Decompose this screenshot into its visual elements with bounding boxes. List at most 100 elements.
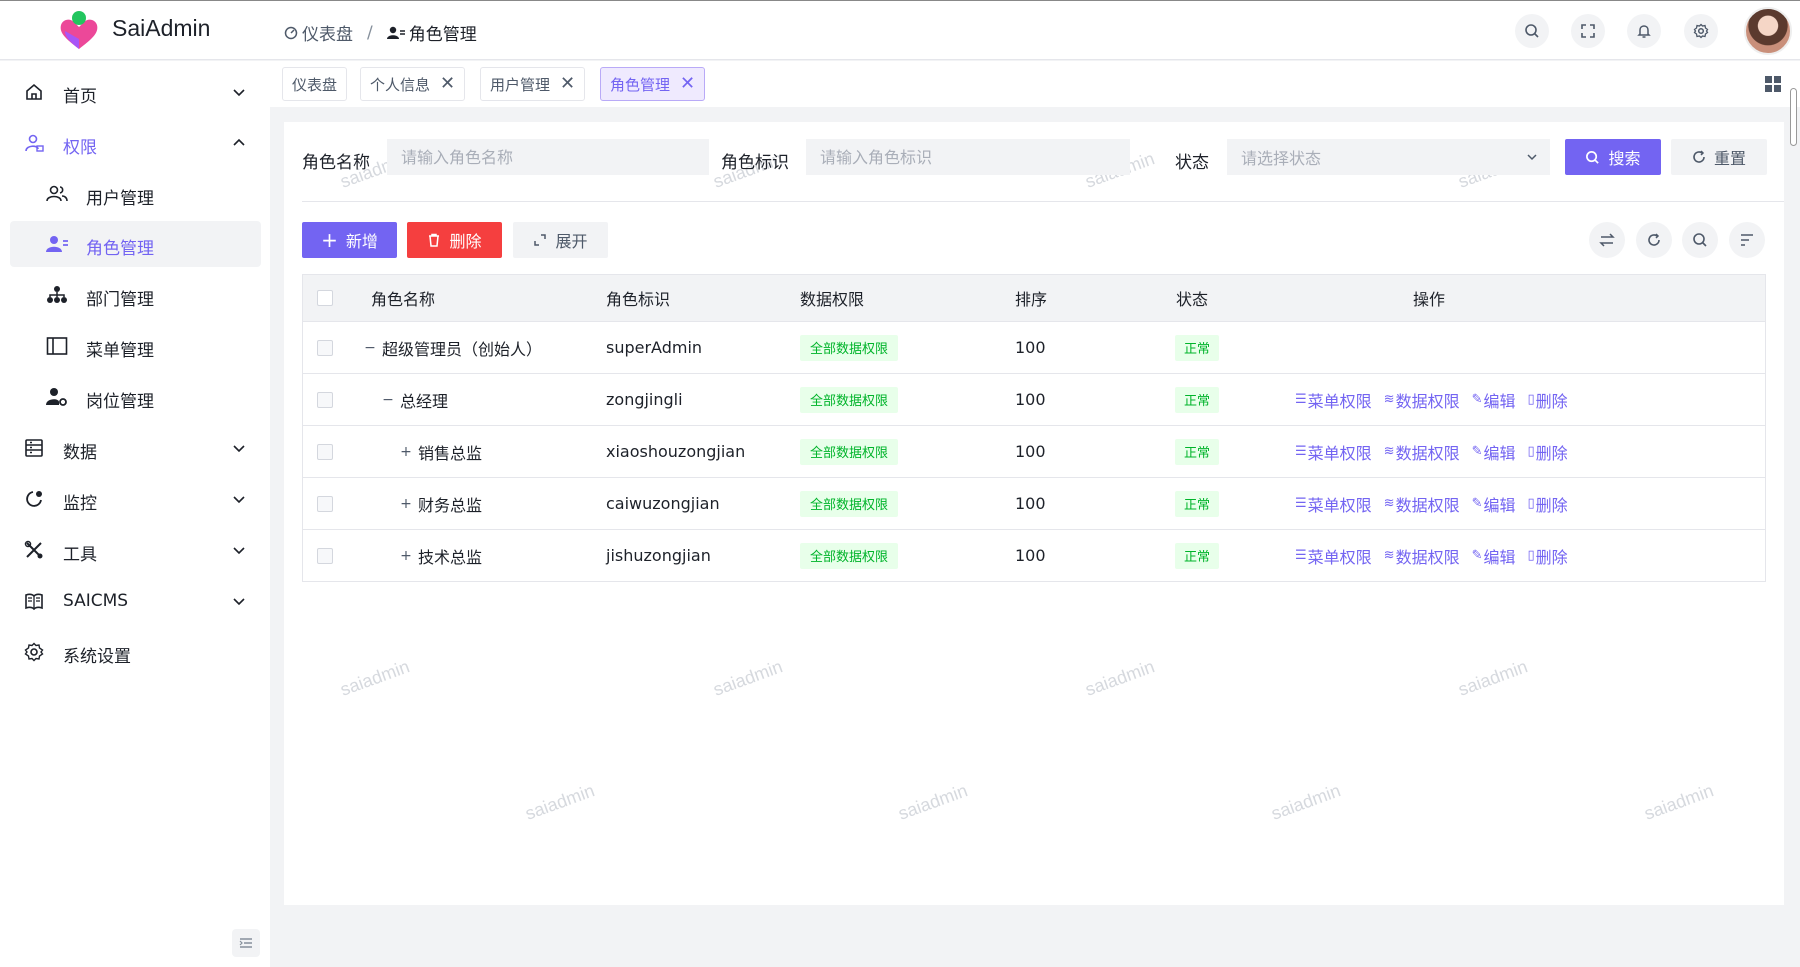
fullscreen-button[interactable] [1571,14,1605,48]
role-code: jishuzongjian [606,546,711,565]
add-button[interactable]: + 新增 [302,222,397,258]
role-name: 超级管理员（创始人） [382,339,543,359]
action-label: 编辑 [1483,495,1516,515]
menu-permission-link[interactable]: ☰ 菜单权限 [1295,440,1372,464]
tab-dashboard[interactable]: 仪表盘 [282,67,348,101]
status-select[interactable]: 请选择状态 [1227,139,1550,175]
row-checkbox[interactable] [317,391,333,408]
role-name-input[interactable] [387,139,709,175]
collapse-row-icon[interactable]: − [381,393,395,407]
data-permission-link[interactable]: ≋ 数据权限 [1384,492,1460,516]
collapse-row-icon[interactable]: − [363,341,377,355]
sidebar: 首页 权限 用户管理 角色管理 部门管理 菜单管理 岗位管理 数据 监控 工具 [0,61,270,967]
sidebar-item-permission[interactable]: 权限 [10,120,261,166]
status-badge: 正常 [1175,490,1220,517]
data-scope-tag: 全部数据权限 [800,438,899,465]
action-label: 数据权限 [1395,391,1460,411]
data-permission-link[interactable]: ≋ 数据权限 [1384,544,1460,568]
notification-button[interactable] [1627,14,1661,48]
tab-profile[interactable]: 个人信息 ✕ [360,67,466,101]
sidebar-item-users[interactable]: 用户管理 [10,171,261,217]
expand-button[interactable]: 展开 [513,222,608,258]
search-button[interactable]: 搜索 [1565,139,1661,175]
action-label: 删除 [1535,495,1568,515]
delete-link[interactable]: ▯ 删除 [1528,492,1568,516]
expand-row-icon[interactable]: + [399,497,413,511]
data-permission-link[interactable]: ≋ 数据权限 [1384,440,1460,464]
sidebar-item-data[interactable]: 数据 [10,425,261,471]
user-avatar[interactable] [1744,7,1792,55]
menu-permission-link[interactable]: ☰ 菜单权限 [1295,388,1372,412]
edit-link[interactable]: ✎ 编辑 [1472,388,1516,412]
page-scrollbar[interactable] [1790,88,1797,146]
refresh-icon [1648,233,1660,246]
reset-button-label: 重置 [1713,149,1746,168]
table-row: − 总经理 zongjingli 全部数据权限 100 正常 ☰ 菜单权限 ≋ 数据权… [303,374,1765,426]
role-code: xiaoshouzongjian [606,442,746,461]
menu-permission-link[interactable]: ☰ 菜单权限 [1295,492,1372,516]
reset-button[interactable]: 重置 [1671,139,1767,175]
tab-label: 仪表盘 [292,75,338,94]
sidebar-item-menus[interactable]: 菜单管理 [10,323,261,369]
sidebar-item-posts[interactable]: 岗位管理 [10,374,261,420]
main-card: saiadmin saiadmin saiadmin saiadmin saia… [284,122,1784,905]
delete-link[interactable]: ▯ 删除 [1528,388,1568,412]
edit-link[interactable]: ✎ 编辑 [1472,492,1516,516]
row-checkbox[interactable] [317,495,333,512]
table-search-button[interactable] [1682,222,1718,258]
sidebar-item-roles[interactable]: 角色管理 [10,221,261,267]
delete-link[interactable]: ▯ 删除 [1528,440,1568,464]
sidebar-collapse-button[interactable] [232,929,260,957]
close-icon[interactable]: ✕ [680,75,695,93]
table-header: 角色名称 角色标识 数据权限 排序 状态 操作 [303,275,1765,322]
sidebar-item-saicms[interactable]: SAICMS [10,578,261,624]
data-layers-icon: ≋ [1383,496,1395,511]
tab-users[interactable]: 用户管理 ✕ [480,67,586,101]
sidebar-item-departments[interactable]: 部门管理 [10,272,261,318]
chevron-up-icon [233,138,245,146]
sidebar-item-tools[interactable]: 工具 [10,527,261,573]
settings-button[interactable] [1684,14,1718,48]
apps-grid-icon[interactable] [1764,75,1782,93]
delete-button[interactable]: 删除 [407,222,502,258]
close-icon[interactable]: ✕ [440,75,455,93]
delete-link[interactable]: ▯ 删除 [1528,544,1568,568]
app-brand: SaiAdmin [112,15,211,41]
action-label: 编辑 [1483,391,1516,411]
edit-link[interactable]: ✎ 编辑 [1472,440,1516,464]
column-header: 排序 [1015,290,1048,309]
row-checkbox[interactable] [317,443,333,460]
select-all-checkbox[interactable] [317,290,333,306]
swap-button[interactable] [1589,222,1625,258]
breadcrumb-dashboard[interactable]: 仪表盘 [284,20,353,45]
breadcrumb-role-label: 角色管理 [408,25,477,45]
chevron-down-icon [1527,154,1537,161]
watermark: saiadmin [1268,780,1344,824]
expand-row-icon[interactable]: + [399,549,413,563]
data-permission-link[interactable]: ≋ 数据权限 [1384,388,1460,412]
sidebar-item-home[interactable]: 首页 [10,69,261,115]
row-actions: ☰ 菜单权限 ≋ 数据权限 ✎ 编辑 ▯ 删除 [1295,530,1568,581]
tab-roles[interactable]: 角色管理 ✕ [600,67,706,101]
role-name: 技术总监 [418,547,483,567]
menu-permission-link[interactable]: ☰ 菜单权限 [1295,544,1372,568]
sidebar-item-monitor[interactable]: 监控 [10,476,261,522]
edit-icon: ✎ [1471,392,1483,407]
column-settings-button[interactable] [1729,222,1765,258]
edit-link[interactable]: ✎ 编辑 [1472,544,1516,568]
close-icon[interactable]: ✕ [560,75,575,93]
refresh-button[interactable] [1636,222,1672,258]
breadcrumb-role: 角色管理 [386,20,477,45]
row-checkbox[interactable] [317,339,333,356]
role-code-input[interactable] [806,139,1130,175]
expand-row-icon[interactable]: + [399,445,413,459]
action-label: 数据权限 [1395,495,1460,515]
gear-icon [1693,23,1709,39]
status-badge: 正常 [1175,386,1220,413]
header-search-button[interactable] [1515,14,1549,48]
action-label: 删除 [1535,391,1568,411]
sidebar-item-label: 监控 [63,494,97,514]
sidebar-item-system-settings[interactable]: 系统设置 [10,629,261,675]
search-icon [1525,24,1539,38]
row-checkbox[interactable] [317,547,333,564]
